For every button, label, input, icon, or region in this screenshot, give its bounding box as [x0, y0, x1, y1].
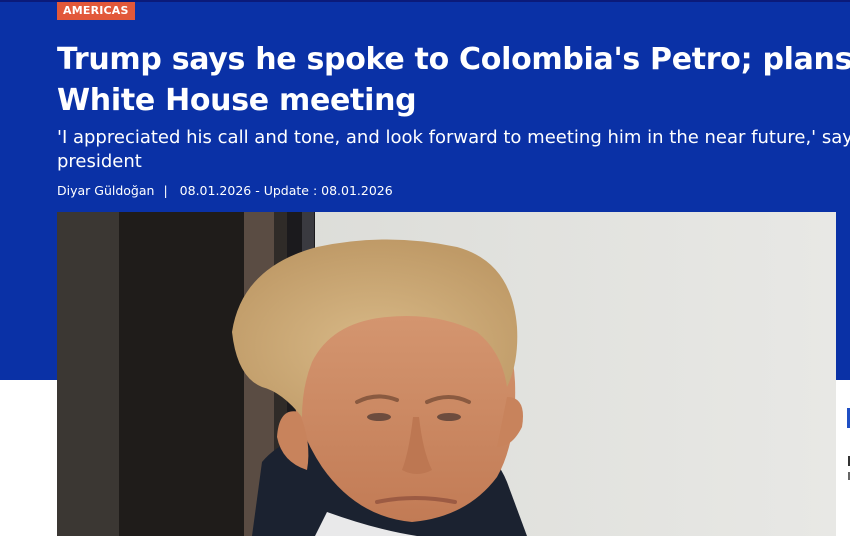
byline: Diyar Güldoğan | 08.01.2026 - Update : 0…: [57, 183, 393, 199]
category-badge[interactable]: AMERICAS: [57, 2, 135, 20]
publish-date: 08.01.2026 - Update : 08.01.2026: [179, 183, 393, 198]
article-photo[interactable]: [57, 212, 836, 536]
sidebar-edge: [836, 380, 850, 536]
portrait-photo: [57, 212, 836, 536]
article-page: AMERICAS Trump says he spoke to Colombia…: [0, 0, 850, 536]
author-name[interactable]: Diyar Güldoğan: [57, 183, 154, 199]
article-subtitle: 'I appreciated his call and tone, and lo…: [57, 127, 850, 172]
byline-separator: |: [163, 183, 168, 198]
article-headline: Trump says he spoke to Colombia's Petro;…: [57, 42, 850, 118]
